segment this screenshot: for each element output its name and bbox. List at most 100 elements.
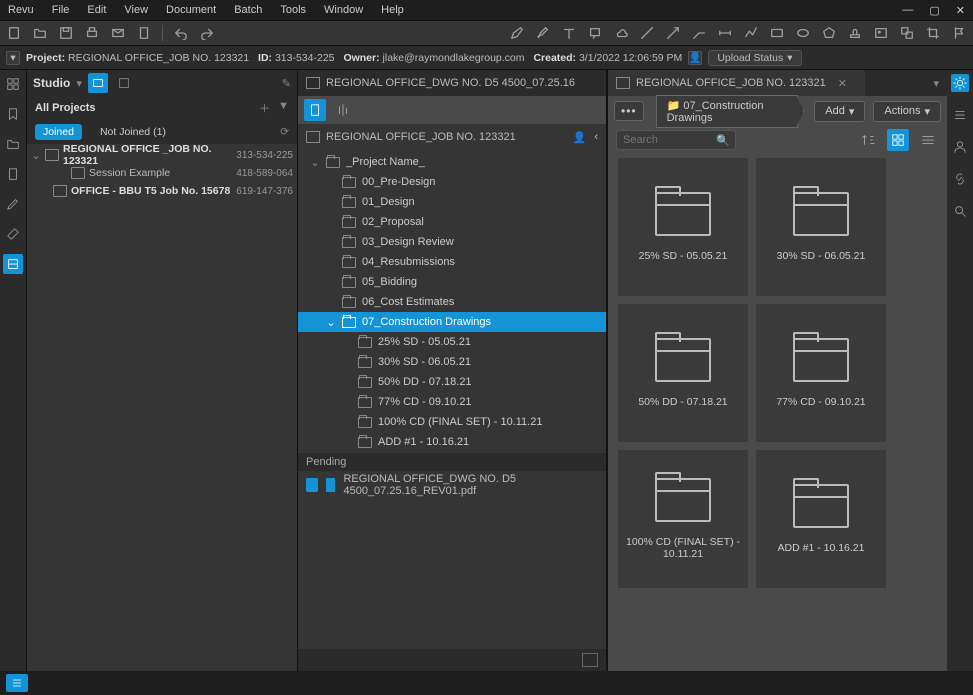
folder-row[interactable]: 25% SD - 05.05.21 [298, 332, 606, 352]
pen-icon[interactable] [509, 25, 525, 41]
undo-icon[interactable] [173, 25, 189, 41]
content-grid[interactable]: 25% SD - 05.05.2130% SD - 06.05.2150% DD… [608, 154, 947, 671]
polyline-icon[interactable] [743, 25, 759, 41]
folder-tile[interactable]: 25% SD - 05.05.21 [618, 158, 748, 296]
path-user-icon[interactable]: 👤 [573, 131, 587, 144]
new-icon[interactable] [6, 25, 22, 41]
tabs-menu-icon[interactable]: ▾ [925, 77, 947, 90]
rect-icon[interactable] [769, 25, 785, 41]
explorer-tree[interactable]: ⌄_Project Name_00_Pre-Design01_Design02_… [298, 150, 606, 453]
folder-tile[interactable]: 50% DD - 07.18.21 [618, 304, 748, 442]
text-icon[interactable] [561, 25, 577, 41]
rail-folder-icon[interactable] [3, 134, 23, 154]
rail-bookmark-icon[interactable] [3, 104, 23, 124]
folder-row[interactable]: 30% SD - 06.05.21 [298, 352, 606, 372]
rail-page-icon[interactable] [3, 164, 23, 184]
menu-help[interactable]: Help [381, 4, 404, 16]
bottom-panel-icon[interactable] [6, 674, 28, 692]
menu-revu[interactable]: Revu [8, 4, 34, 16]
chevron-icon[interactable]: ⌄ [326, 316, 336, 329]
folder-row[interactable]: ⌄07_Construction Drawings [298, 312, 606, 332]
stamp-icon[interactable] [847, 25, 863, 41]
highlight-icon[interactable] [535, 25, 551, 41]
filter-icon[interactable]: ▼ [278, 100, 289, 116]
breadcrumb[interactable]: 📁 07_Construction Drawings [656, 95, 799, 128]
navigate-back-button[interactable]: ••• [614, 101, 644, 121]
explorer-tab[interactable]: REGIONAL OFFICE_DWG NO. D5 4500_07.25.16 [298, 70, 606, 96]
folder-tile[interactable]: 30% SD - 06.05.21 [756, 158, 886, 296]
chevron-down-icon[interactable]: ⌄ [31, 149, 41, 162]
folder-row[interactable]: ADD #1 - 10.16.21 [298, 432, 606, 452]
content-tab[interactable]: REGIONAL OFFICE_JOB NO. 123321 ✕ [608, 70, 865, 96]
folder-row[interactable]: 00_Pre-Design [298, 172, 606, 192]
crop-icon[interactable] [925, 25, 941, 41]
search-input[interactable] [616, 130, 736, 150]
callout-icon[interactable] [691, 25, 707, 41]
studio-settings-icon[interactable]: ✎ [282, 77, 291, 90]
doc-icon[interactable] [136, 25, 152, 41]
project-row[interactable]: ⌄ REGIONAL OFFICE _JOB NO. 123321 313-53… [27, 146, 297, 164]
path-back-icon[interactable]: ‹ [594, 131, 598, 144]
upload-status-button[interactable]: Upload Status ▾ [708, 50, 801, 66]
filter-joined[interactable]: Joined [35, 124, 82, 140]
footer-panel-icon[interactable] [582, 653, 598, 667]
save-icon[interactable] [58, 25, 74, 41]
rrail-user-icon[interactable] [951, 138, 969, 156]
close-button[interactable]: ✕ [956, 4, 965, 17]
rail-grid-icon[interactable] [3, 74, 23, 94]
list-view-icon[interactable] [917, 129, 939, 151]
rrail-gear-icon[interactable] [951, 74, 969, 92]
folder-row[interactable]: 05_Bidding [298, 272, 606, 292]
image-icon[interactable] [873, 25, 889, 41]
minimize-button[interactable]: — [902, 4, 913, 17]
actions-button[interactable]: Actions▾ [873, 101, 941, 122]
menu-document[interactable]: Document [166, 4, 216, 16]
group-icon[interactable] [899, 25, 915, 41]
explorer-files-icon[interactable] [304, 99, 326, 121]
folder-tile[interactable]: 77% CD - 09.10.21 [756, 304, 886, 442]
polygon-icon[interactable] [821, 25, 837, 41]
rrail-search-icon[interactable] [951, 202, 969, 220]
folder-tile[interactable]: ADD #1 - 10.16.21 [756, 450, 886, 588]
redo-icon[interactable] [199, 25, 215, 41]
line-icon[interactable] [639, 25, 655, 41]
pending-file-row[interactable]: REGIONAL OFFICE_DWG NO. D5 4500_07.25.16… [306, 475, 598, 495]
arrow-icon[interactable] [665, 25, 681, 41]
explorer-root-label[interactable]: REGIONAL OFFICE_JOB NO. 123321 [326, 131, 516, 143]
menu-batch[interactable]: Batch [234, 4, 262, 16]
add-button[interactable]: Add▾ [814, 101, 865, 122]
project-dropdown-icon[interactable]: ▾ [6, 51, 20, 65]
folder-row[interactable]: 77% CD - 09.10.21 [298, 392, 606, 412]
menu-edit[interactable]: Edit [87, 4, 106, 16]
print-icon[interactable] [84, 25, 100, 41]
folder-row[interactable]: ⌄_Project Name_ [298, 152, 606, 172]
folder-row[interactable]: 100% CD (FINAL SET) - 10.11.21 [298, 412, 606, 432]
menu-view[interactable]: View [124, 4, 148, 16]
explorer-settings-icon[interactable] [332, 99, 354, 121]
menu-window[interactable]: Window [324, 4, 363, 16]
folder-row[interactable]: 01_Design [298, 192, 606, 212]
project-row[interactable]: OFFICE - BBU T5 Job No. 15678 619-147-37… [27, 182, 297, 200]
cloud-icon[interactable] [613, 25, 629, 41]
dimension-icon[interactable] [717, 25, 733, 41]
rail-studio-icon[interactable] [3, 254, 23, 274]
ellipse-icon[interactable] [795, 25, 811, 41]
open-icon[interactable] [32, 25, 48, 41]
tab-close-icon[interactable]: ✕ [838, 77, 847, 90]
rail-measure-icon[interactable] [3, 224, 23, 244]
folder-row[interactable]: 50% DD - 07.18.21 [298, 372, 606, 392]
folder-row[interactable]: 03_Design Review [298, 232, 606, 252]
folder-row[interactable]: 02_Proposal [298, 212, 606, 232]
filter-notjoined[interactable]: Not Joined (1) [92, 124, 174, 140]
rail-pen-icon[interactable] [3, 194, 23, 214]
users-icon[interactable]: 👤 [688, 51, 702, 65]
folder-row[interactable]: 04_Resubmissions [298, 252, 606, 272]
menu-file[interactable]: File [52, 4, 70, 16]
studio-chevron-down-icon[interactable]: ▾ [76, 77, 82, 90]
note-icon[interactable] [587, 25, 603, 41]
mail-icon[interactable] [110, 25, 126, 41]
maximize-button[interactable]: ▢ [929, 4, 939, 17]
chevron-icon[interactable]: ⌄ [310, 156, 320, 169]
folder-row[interactable]: 06_Cost Estimates [298, 292, 606, 312]
folder-tile[interactable]: 100% CD (FINAL SET) - 10.11.21 [618, 450, 748, 588]
